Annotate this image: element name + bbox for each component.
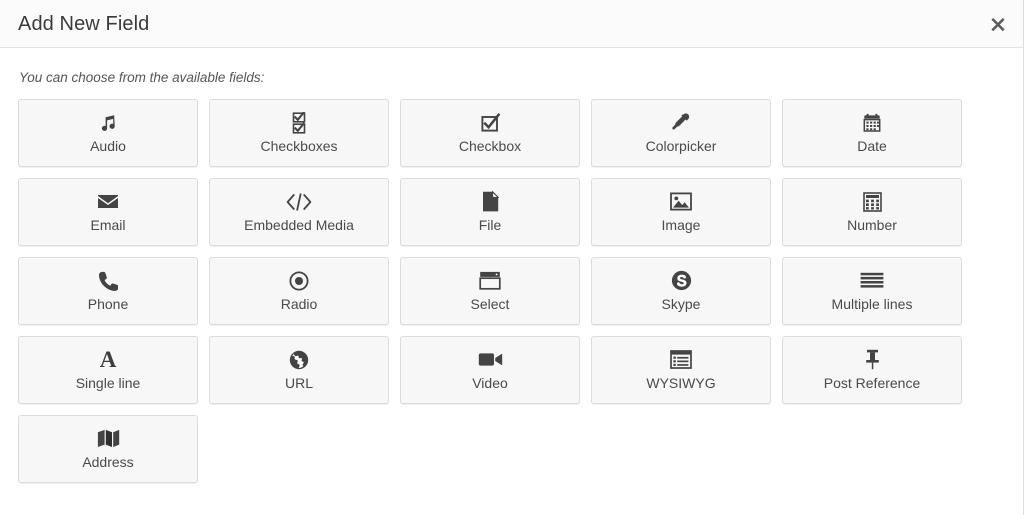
list-window-icon	[670, 349, 692, 371]
letter-a-icon: A	[100, 349, 117, 371]
close-icon	[990, 16, 1006, 32]
field-tile-multiple-lines[interactable]: Multiple lines	[782, 257, 962, 325]
pushpin-icon	[864, 349, 881, 371]
field-tile-date[interactable]: Date	[782, 99, 962, 167]
field-tile-number[interactable]: Number	[782, 178, 962, 246]
field-tile-label: Image	[662, 218, 701, 233]
field-tile-wysiwyg[interactable]: WYSIWYG	[591, 336, 771, 404]
field-tile-label: Address	[82, 455, 133, 470]
field-type-grid: Audio Checkboxes	[18, 99, 964, 483]
field-tile-label: Number	[847, 218, 897, 233]
add-new-field-modal: Add New Field You can choose from the av…	[0, 0, 1024, 515]
radio-button-icon	[289, 270, 309, 292]
modal-body: You can choose from the available fields…	[0, 48, 1023, 483]
field-tile-select[interactable]: Select	[400, 257, 580, 325]
horizontal-lines-icon	[860, 270, 884, 292]
field-tile-address[interactable]: Address	[18, 415, 198, 483]
field-tile-label: Multiple lines	[832, 297, 913, 312]
field-tile-audio[interactable]: Audio	[18, 99, 198, 167]
available-fields-hint: You can choose from the available fields…	[19, 70, 1005, 86]
close-button[interactable]	[983, 9, 1013, 39]
field-tile-colorpicker[interactable]: Colorpicker	[591, 99, 771, 167]
video-camera-icon	[478, 349, 503, 371]
field-tile-label: Checkbox	[459, 139, 521, 154]
field-tile-label: Checkboxes	[260, 139, 337, 154]
document-icon	[482, 191, 499, 213]
field-tile-label: Skype	[662, 297, 701, 312]
field-tile-label: Phone	[88, 297, 128, 312]
phone-icon	[99, 270, 118, 292]
map-icon	[97, 428, 120, 450]
field-tile-label: File	[479, 218, 502, 233]
field-tile-phone[interactable]: Phone	[18, 257, 198, 325]
checkbox-icon	[480, 112, 501, 134]
calculator-icon	[863, 191, 882, 213]
field-tile-label: WYSIWYG	[646, 376, 715, 391]
field-tile-label: Radio	[281, 297, 318, 312]
field-tile-email[interactable]: Email	[18, 178, 198, 246]
page-title: Add New Field	[18, 14, 149, 34]
field-tile-label: Post Reference	[824, 376, 921, 391]
globe-icon	[289, 349, 309, 371]
modal-header: Add New Field	[0, 0, 1023, 48]
field-tile-video[interactable]: Video	[400, 336, 580, 404]
picture-icon	[670, 191, 692, 213]
field-tile-label: Video	[472, 376, 508, 391]
field-tile-url[interactable]: URL	[209, 336, 389, 404]
field-tile-label: Audio	[90, 139, 126, 154]
skype-icon	[671, 270, 692, 292]
field-tile-label: URL	[285, 376, 313, 391]
code-brackets-icon	[286, 191, 312, 213]
envelope-icon	[97, 191, 119, 213]
music-note-icon	[98, 112, 118, 134]
window-select-icon	[479, 270, 501, 292]
field-tile-label: Email	[90, 218, 125, 233]
field-tile-radio[interactable]: Radio	[209, 257, 389, 325]
field-tile-skype[interactable]: Skype	[591, 257, 771, 325]
field-tile-label: Embedded Media	[244, 218, 354, 233]
field-tile-file[interactable]: File	[400, 178, 580, 246]
checkboxes-icon	[289, 112, 309, 134]
field-tile-checkboxes[interactable]: Checkboxes	[209, 99, 389, 167]
field-tile-single-line[interactable]: A Single line	[18, 336, 198, 404]
field-tile-post-reference[interactable]: Post Reference	[782, 336, 962, 404]
field-tile-label: Select	[471, 297, 510, 312]
calendar-icon	[862, 112, 882, 134]
field-tile-checkbox[interactable]: Checkbox	[400, 99, 580, 167]
field-tile-label: Date	[857, 139, 887, 154]
field-tile-label: Single line	[76, 376, 141, 391]
field-tile-image[interactable]: Image	[591, 178, 771, 246]
field-tile-embedded-media[interactable]: Embedded Media	[209, 178, 389, 246]
field-tile-label: Colorpicker	[646, 139, 717, 154]
eyedropper-icon	[671, 112, 691, 134]
